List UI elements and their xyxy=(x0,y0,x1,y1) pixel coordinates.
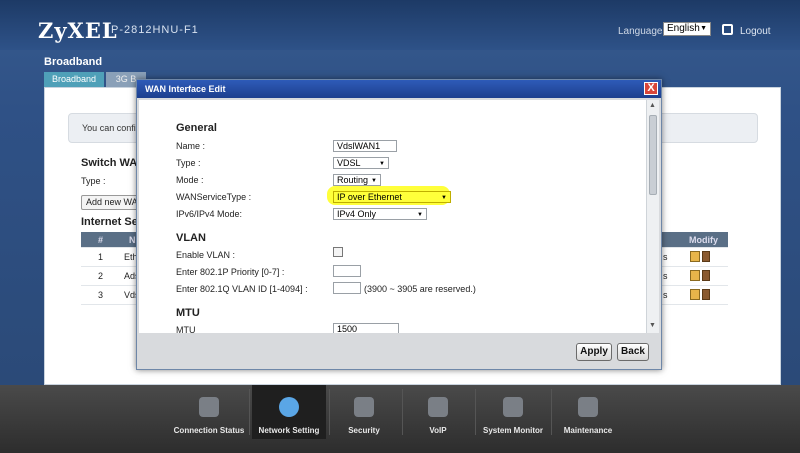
trash-icon[interactable] xyxy=(702,270,710,281)
vlan-id-label: Enter 802.1Q VLAN ID [1-4094] : xyxy=(176,284,308,294)
nav-strip: Connection Status Network Setting Securi… xyxy=(172,385,627,439)
nav-security[interactable]: Security xyxy=(327,385,401,439)
scroll-down-icon[interactable]: ▼ xyxy=(649,322,656,329)
nav-label: Network Setting xyxy=(258,426,320,435)
nav-network-setting[interactable]: Network Setting xyxy=(252,385,326,439)
vlan-priority-label: Enter 802.1P Priority [0-7] : xyxy=(176,267,285,277)
mtu-label: MTU xyxy=(176,325,196,333)
trash-icon[interactable] xyxy=(702,251,710,262)
edit-icon[interactable] xyxy=(690,251,700,262)
name-label: Name : xyxy=(176,141,206,151)
close-icon[interactable]: X xyxy=(644,82,658,95)
wan-interface-edit-dialog: WAN Interface Edit X General Name : Vdsl… xyxy=(136,79,662,370)
voip-icon xyxy=(428,397,448,417)
logout-icon[interactable] xyxy=(722,24,733,35)
enable-vlan-checkbox[interactable] xyxy=(333,247,343,257)
chevron-down-icon: ▼ xyxy=(371,178,377,184)
internet-setup-title: Internet Set xyxy=(81,216,142,228)
apply-button[interactable]: Apply xyxy=(576,343,612,361)
scroll-up-icon[interactable]: ▲ xyxy=(649,102,656,109)
zyxel-logo: ZyXEL xyxy=(38,18,118,43)
connection-status-icon xyxy=(199,397,219,417)
chevron-down-icon: ▼ xyxy=(441,195,447,201)
dialog-title: WAN Interface Edit xyxy=(145,84,226,94)
top-header: ZyXEL P-2812HNU-F1 Language : English ▼ … xyxy=(0,0,800,50)
dialog-scrollbar[interactable]: ▲ ▼ xyxy=(646,100,659,333)
maintenance-icon xyxy=(578,397,598,417)
mtu-input[interactable]: 1500 xyxy=(333,323,399,333)
network-setting-icon xyxy=(279,397,299,417)
page-title: Broadband xyxy=(44,56,103,68)
chevron-down-icon: ▼ xyxy=(700,25,707,32)
logout-link[interactable]: Logout xyxy=(740,26,771,37)
row-cell: s xyxy=(663,290,668,300)
ip-mode-value: IPv4 Only xyxy=(337,209,377,219)
header-name: N xyxy=(129,235,136,245)
type-value: VDSL xyxy=(337,158,361,168)
model-name: P-2812HNU-F1 xyxy=(111,24,199,36)
type-label: Type : xyxy=(81,176,106,186)
name-input[interactable]: VdslWAN1 xyxy=(333,140,397,152)
mode-select[interactable]: Routing ▼ xyxy=(333,174,381,186)
mode-label: Mode : xyxy=(176,175,204,185)
language-select[interactable]: English ▼ xyxy=(663,22,711,36)
security-icon xyxy=(354,397,374,417)
scroll-thumb[interactable] xyxy=(649,115,657,195)
language-value: English xyxy=(667,23,700,34)
bottom-navigation: Connection Status Network Setting Securi… xyxy=(0,385,800,453)
vlan-id-note: (3900 ~ 3905 are reserved.) xyxy=(364,284,476,294)
row-cell: s xyxy=(663,252,668,262)
nav-label: Connection Status xyxy=(173,426,245,435)
header-num: # xyxy=(98,235,104,245)
dialog-footer: Apply Back xyxy=(139,335,659,369)
nav-system-monitor[interactable]: System Monitor xyxy=(476,385,550,439)
nav-label: Security xyxy=(348,426,380,435)
row-cell: s xyxy=(663,271,668,281)
nav-voip[interactable]: VoIP xyxy=(401,385,475,439)
row-num: 3 xyxy=(98,290,104,300)
vlan-section-title: VLAN xyxy=(176,232,206,244)
nav-label: Maintenance xyxy=(563,426,613,435)
language-label: Language : xyxy=(618,26,669,37)
tab-broadband[interactable]: Broadband xyxy=(44,72,104,87)
nav-maintenance[interactable]: Maintenance xyxy=(551,385,625,439)
info-text: You can config xyxy=(82,123,141,133)
type-label: Type : xyxy=(176,158,201,168)
add-new-wan-button[interactable]: Add new WAN xyxy=(81,195,141,210)
nav-label: VoIP xyxy=(429,426,447,435)
trash-icon[interactable] xyxy=(702,289,710,300)
header-modify: Modify xyxy=(689,235,718,245)
ip-mode-select[interactable]: IPv4 Only ▼ xyxy=(333,208,427,220)
chevron-down-icon: ▼ xyxy=(379,161,385,167)
system-monitor-icon xyxy=(503,397,523,417)
enable-vlan-label: Enable VLAN : xyxy=(176,250,236,260)
row-num: 2 xyxy=(98,271,104,281)
vlan-priority-input[interactable] xyxy=(333,265,361,277)
modify-icons xyxy=(690,270,710,284)
row-num: 1 xyxy=(98,252,104,262)
ip-mode-label: IPv6/IPv4 Mode: xyxy=(176,209,243,219)
edit-icon[interactable] xyxy=(690,270,700,281)
nav-label: System Monitor xyxy=(482,426,543,435)
dialog-title-bar[interactable]: WAN Interface Edit X xyxy=(137,80,661,98)
general-section-title: General xyxy=(176,122,217,134)
wan-service-type-value: IP over Ethernet xyxy=(337,192,402,202)
modify-icons xyxy=(690,289,710,303)
wan-service-type-label: WANServiceType : xyxy=(176,192,252,202)
wan-service-type-select[interactable]: IP over Ethernet ▼ xyxy=(333,191,451,203)
back-button[interactable]: Back xyxy=(617,343,649,361)
mode-value: Routing xyxy=(337,175,369,185)
type-select[interactable]: VDSL ▼ xyxy=(333,157,389,169)
edit-icon[interactable] xyxy=(690,289,700,300)
chevron-down-icon: ▼ xyxy=(417,212,423,218)
dialog-body: General Name : VdslWAN1 Type : VDSL ▼ Mo… xyxy=(139,100,659,333)
modify-icons xyxy=(690,251,710,265)
mtu-section-title: MTU xyxy=(176,307,200,319)
vlan-id-input[interactable] xyxy=(333,282,361,294)
nav-connection-status[interactable]: Connection Status xyxy=(172,385,246,439)
